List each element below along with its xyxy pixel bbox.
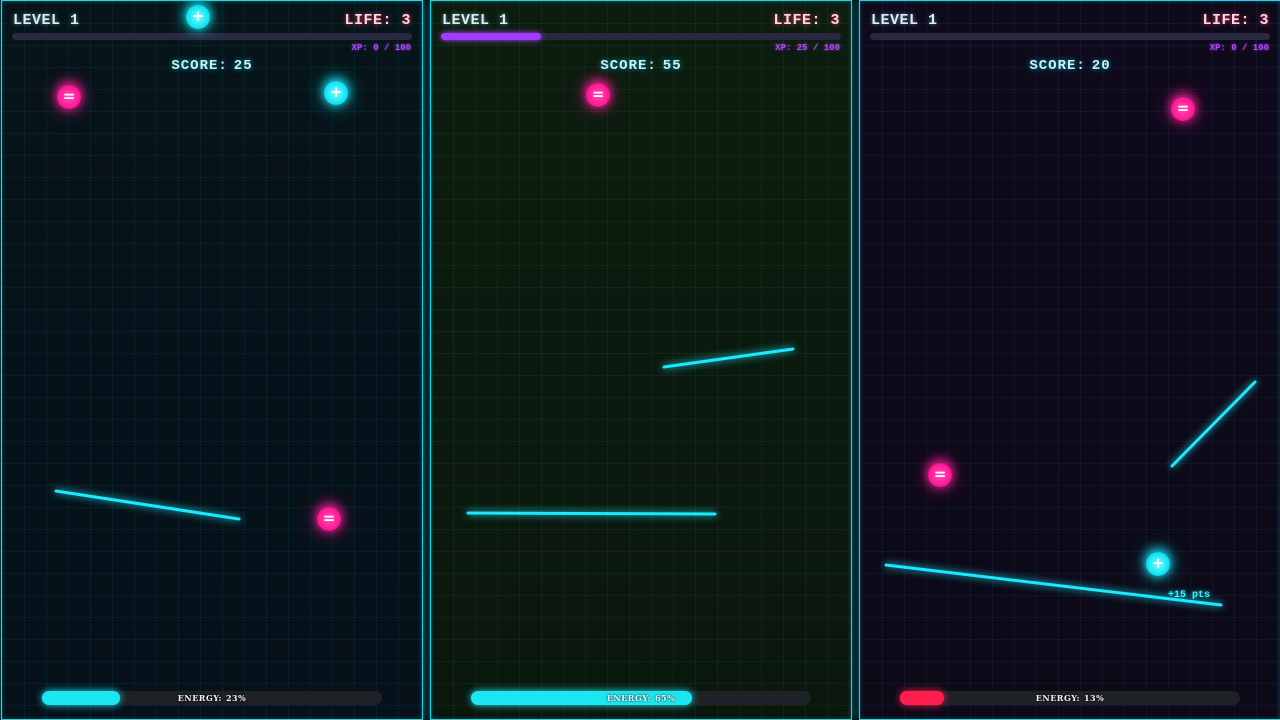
- beam-layer: [466, 347, 795, 516]
- energy-bar: ENERGY: 13%: [900, 691, 1240, 705]
- minus-orb: =: [317, 507, 341, 531]
- game-panel-3[interactable]: LEVEL 1 LIFE: 3 XP: 0 / 100 SCORE: 20 = =…: [859, 0, 1280, 720]
- deflector-beam[interactable]: [54, 489, 241, 521]
- points-popup: +15 pts: [1168, 590, 1211, 601]
- game-panel-1[interactable]: LEVEL 1 LIFE: 3 XP: 0 / 100 SCORE: 25 + =…: [1, 0, 423, 720]
- minus-orb: =: [57, 85, 81, 109]
- deflector-beam[interactable]: [1170, 380, 1257, 468]
- minus-orb: =: [586, 83, 610, 107]
- plus-icon: +: [1151, 553, 1165, 572]
- minus-orb: =: [1171, 97, 1195, 121]
- minus-icon: =: [591, 84, 605, 103]
- plus-icon: +: [329, 82, 343, 101]
- energy-value: 23%: [225, 693, 247, 703]
- energy-bar: ENERGY: 65%: [471, 691, 811, 705]
- game-stage: LEVEL 1 LIFE: 3 XP: 0 / 100 SCORE: 25 + =…: [0, 0, 1280, 720]
- minus-icon: =: [62, 86, 76, 105]
- beam-layer: [884, 380, 1257, 607]
- plus-orb: +: [1146, 552, 1170, 576]
- deflector-beam[interactable]: [662, 347, 795, 369]
- plus-icon: +: [191, 6, 205, 25]
- minus-icon: =: [1176, 98, 1190, 117]
- energy-value: 65%: [654, 693, 676, 703]
- deflector-beam[interactable]: [466, 511, 717, 516]
- energy-label: ENERGY:: [177, 693, 222, 703]
- minus-orb: =: [928, 463, 952, 487]
- minus-icon: =: [322, 508, 336, 527]
- energy-value: 13%: [1083, 693, 1105, 703]
- plus-orb: +: [186, 5, 210, 29]
- beam-layer: [54, 489, 241, 521]
- energy-readout: ENERGY: 65%: [471, 691, 811, 705]
- energy-label: ENERGY:: [606, 693, 651, 703]
- energy-bar: ENERGY: 23%: [42, 691, 382, 705]
- energy-readout: ENERGY: 13%: [900, 691, 1240, 705]
- energy-label: ENERGY:: [1035, 693, 1080, 703]
- plus-orb: +: [324, 81, 348, 105]
- game-panel-2[interactable]: LEVEL 1 LIFE: 3 XP: 25 / 100 SCORE: 55 = …: [430, 0, 852, 720]
- minus-icon: =: [933, 464, 947, 483]
- energy-readout: ENERGY: 23%: [42, 691, 382, 705]
